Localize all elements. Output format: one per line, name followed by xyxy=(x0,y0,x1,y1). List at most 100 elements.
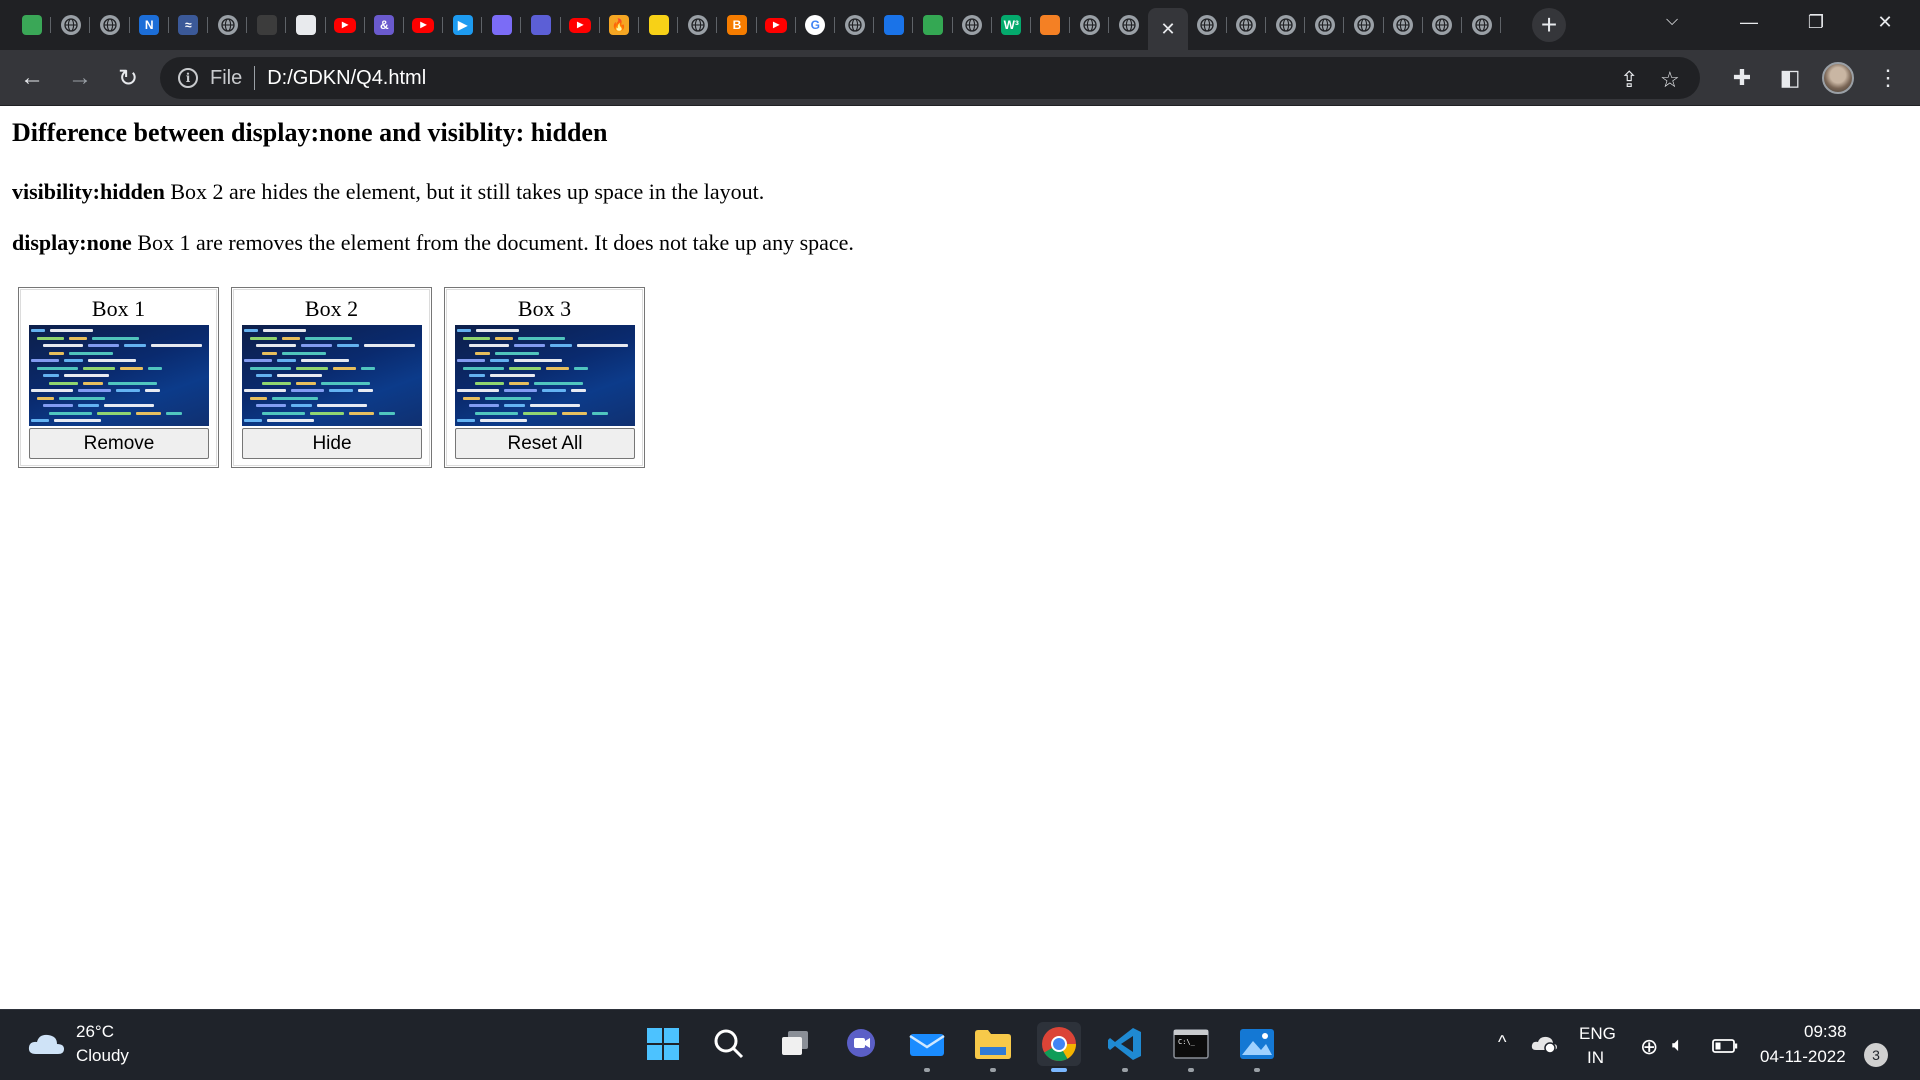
clock-time[interactable]: 09:38 xyxy=(1804,1022,1847,1042)
browser-tab[interactable] xyxy=(1031,8,1071,42)
bookmark-star-icon[interactable]: ☆ xyxy=(1660,67,1680,93)
remove-button[interactable]: Remove xyxy=(29,428,209,459)
browser-tab[interactable] xyxy=(521,8,561,42)
code-line xyxy=(463,396,480,400)
tab-close-icon[interactable]: ✕ xyxy=(1160,19,1175,40)
battery-icon[interactable] xyxy=(1712,1039,1738,1053)
task-view-button[interactable] xyxy=(773,1022,817,1066)
browser-tab[interactable] xyxy=(678,8,718,42)
browser-tab[interactable]: G xyxy=(796,8,836,42)
browser-tab[interactable] xyxy=(286,8,326,42)
browser-tab[interactable]: W³ xyxy=(992,8,1032,42)
region-code[interactable]: IN xyxy=(1587,1048,1604,1068)
weather-temperature[interactable]: 26°C xyxy=(76,1022,114,1042)
code-line xyxy=(108,381,157,385)
display-description: Box 1 are removes the element from the d… xyxy=(131,230,854,255)
browser-tab[interactable] xyxy=(953,8,992,42)
notion-icon: N xyxy=(139,15,160,35)
browser-tab[interactable] xyxy=(482,8,522,42)
info-icon[interactable]: i xyxy=(178,68,198,88)
extensions-button[interactable]: ✚ xyxy=(1726,62,1758,94)
back-button[interactable]: ← xyxy=(14,60,50,96)
new-tab-button[interactable]: + xyxy=(1529,8,1569,42)
browser-tab[interactable]: ▶ xyxy=(443,8,483,42)
code-line xyxy=(145,389,160,392)
photos-button[interactable] xyxy=(1235,1022,1279,1072)
browser-tab[interactable] xyxy=(913,8,953,42)
search-button[interactable] xyxy=(707,1022,751,1066)
browser-tab[interactable] xyxy=(639,8,679,42)
code-line xyxy=(49,411,92,415)
browser-tab[interactable] xyxy=(1188,8,1228,42)
browser-tab[interactable]: ▶ xyxy=(404,8,444,42)
restore-button[interactable]: ❐ xyxy=(1787,0,1845,44)
forward-button[interactable]: → xyxy=(62,60,98,96)
youtube-icon: ▶ xyxy=(765,17,788,33)
clock-date[interactable]: 04-11-2022 xyxy=(1760,1047,1846,1067)
weather-condition[interactable]: Cloudy xyxy=(76,1046,129,1066)
drive-icon xyxy=(922,15,943,35)
file-explorer-button[interactable] xyxy=(971,1022,1015,1072)
side-panel-button[interactable]: ◧ xyxy=(1774,62,1806,94)
terminal-button[interactable]: C:\_ xyxy=(1169,1022,1213,1072)
browser-tab[interactable] xyxy=(1227,8,1267,42)
browser-tab[interactable]: B xyxy=(717,8,757,42)
code-line xyxy=(577,344,628,347)
browser-tab[interactable] xyxy=(247,8,287,42)
network-globe-icon[interactable]: ⊕ xyxy=(1640,1034,1658,1060)
browser-tab[interactable] xyxy=(874,8,914,42)
show-hidden-icons-button[interactable]: ^ xyxy=(1498,1032,1506,1053)
code-line xyxy=(277,359,296,362)
browser-tab[interactable]: ≈ xyxy=(169,8,209,42)
browser-tab[interactable] xyxy=(1344,8,1384,42)
minimize-button[interactable]: — xyxy=(1720,0,1778,44)
share-icon[interactable]: ⇪ xyxy=(1620,67,1638,93)
browser-tab[interactable]: ▶ xyxy=(757,8,796,42)
code-line xyxy=(379,411,395,415)
vscode-button[interactable] xyxy=(1103,1022,1147,1072)
browser-tab[interactable]: ▶ xyxy=(326,8,365,42)
reload-button[interactable]: ↻ xyxy=(110,60,146,96)
start-button[interactable] xyxy=(641,1022,685,1066)
browser-tab[interactable] xyxy=(90,8,130,42)
browser-tab[interactable] xyxy=(208,8,248,42)
language-code[interactable]: ENG xyxy=(1579,1024,1616,1044)
address-bar[interactable]: i File D:/GDKN/Q4.html ⇪ ☆ xyxy=(160,57,1700,99)
mail-button[interactable] xyxy=(905,1022,949,1072)
browser-tab[interactable]: 🔥 xyxy=(600,8,640,42)
url-text[interactable]: D:/GDKN/Q4.html xyxy=(267,67,426,90)
browser-tab[interactable] xyxy=(835,8,875,42)
browser-tab[interactable] xyxy=(1305,8,1345,42)
cloud-icon[interactable] xyxy=(26,1030,66,1058)
onedrive-icon[interactable] xyxy=(1530,1032,1558,1054)
active-tab[interactable]: ✕ xyxy=(1148,8,1188,50)
browser-tab[interactable] xyxy=(1384,8,1423,42)
volume-icon[interactable]: 🔈︎ xyxy=(1672,1034,1684,1057)
code-line xyxy=(69,336,87,340)
browser-tab[interactable] xyxy=(1423,8,1463,42)
browser-tab[interactable] xyxy=(1109,8,1148,42)
browser-tab[interactable] xyxy=(12,8,52,42)
chrome-button[interactable] xyxy=(1037,1022,1081,1072)
browser-tab[interactable] xyxy=(1462,8,1502,42)
close-window-button[interactable]: ✕ xyxy=(1856,0,1914,44)
threads-icon: & xyxy=(374,15,395,35)
globe-icon xyxy=(99,15,120,35)
browser-tab[interactable]: & xyxy=(365,8,405,42)
profile-avatar[interactable] xyxy=(1822,62,1854,94)
code-image xyxy=(242,325,422,426)
notification-badge[interactable]: 3 xyxy=(1864,1043,1888,1067)
browser-tab[interactable] xyxy=(1266,8,1306,42)
browser-tab[interactable] xyxy=(1070,8,1110,42)
reset-all-button[interactable]: Reset All xyxy=(455,428,635,459)
teams-chat-button[interactable] xyxy=(839,1022,883,1066)
browser-tab[interactable] xyxy=(51,8,91,42)
browser-tab[interactable]: ▶ xyxy=(561,8,601,42)
code-line xyxy=(244,419,262,422)
hide-button[interactable]: Hide xyxy=(242,428,422,459)
code-line xyxy=(495,336,513,340)
menu-button[interactable]: ⋮ xyxy=(1872,62,1904,94)
browser-tab[interactable]: N xyxy=(130,8,169,42)
tab-search-button[interactable]: ⌵ xyxy=(1666,12,1678,30)
box-title: Box 1 xyxy=(91,296,146,321)
